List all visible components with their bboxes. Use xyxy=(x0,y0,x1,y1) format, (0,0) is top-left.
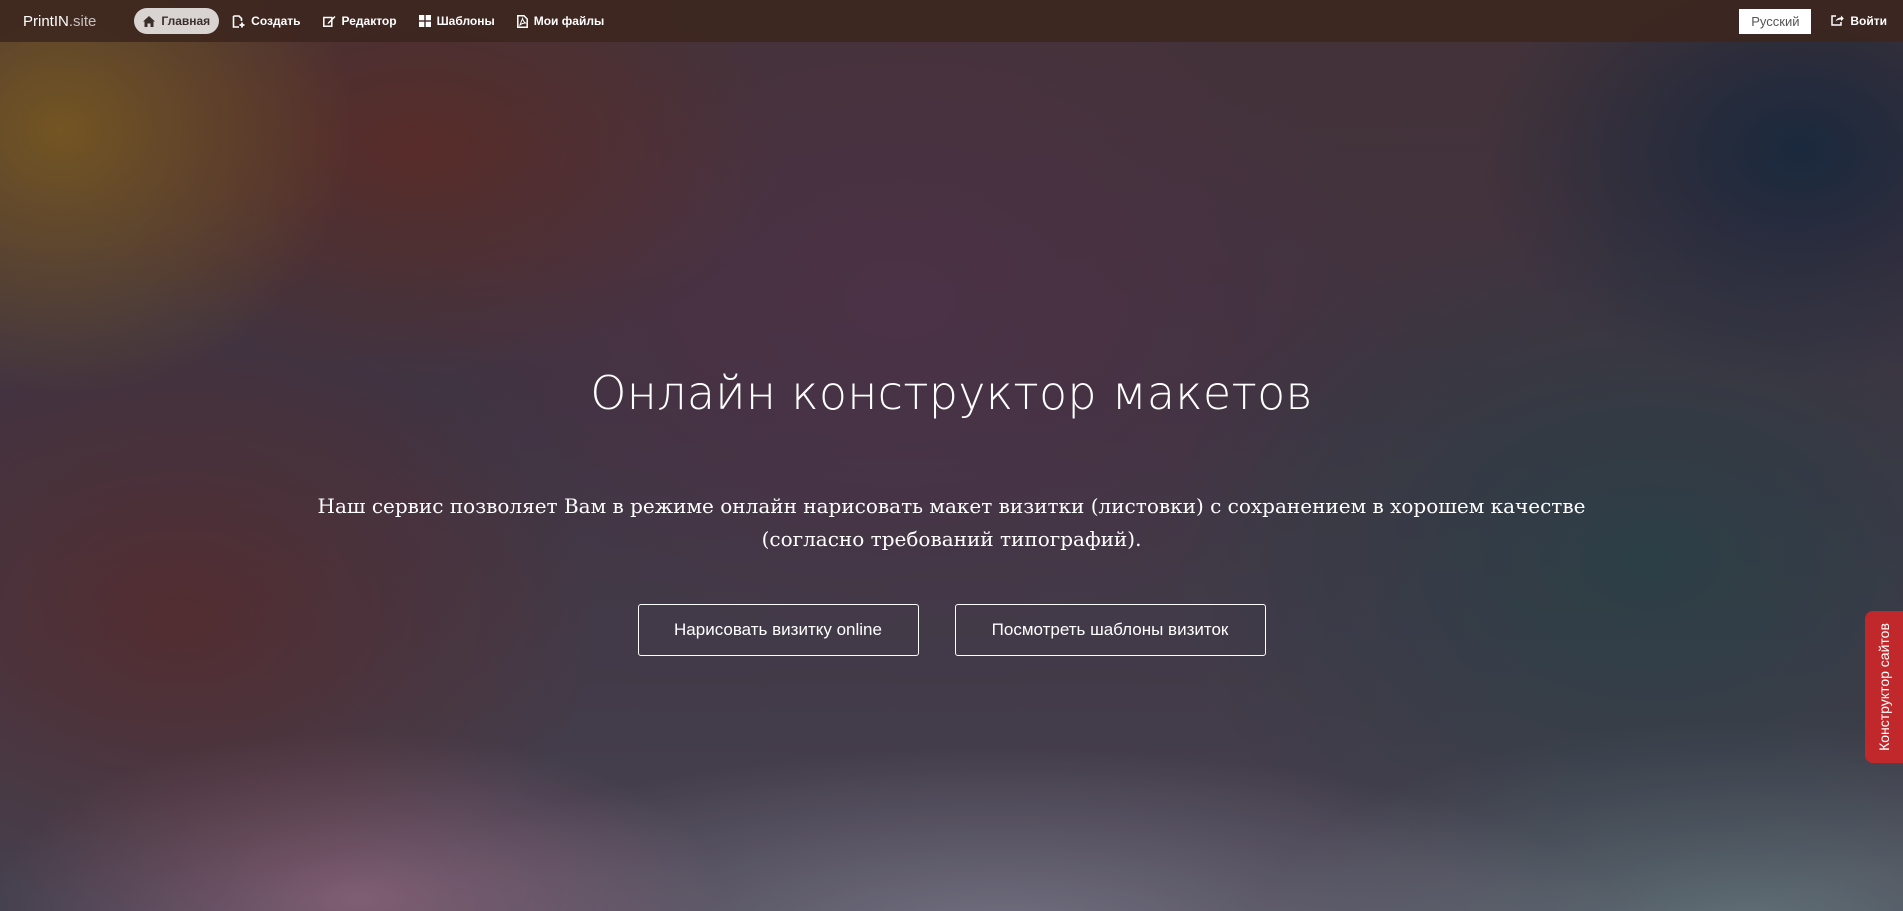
page: PrintIN.site Главная Создать Редактор Ша… xyxy=(0,0,1903,911)
grid-icon xyxy=(418,15,431,27)
nav-item-home[interactable]: Главная xyxy=(134,8,220,34)
nav-item-label: Редактор xyxy=(341,14,397,28)
brand-logo[interactable]: PrintIN.site xyxy=(23,13,96,30)
brand-suffix: .site xyxy=(68,12,97,30)
background-overlay xyxy=(0,0,1903,911)
draw-business-card-button[interactable]: Нарисовать визитку online xyxy=(637,604,919,656)
language-select[interactable]: Русский xyxy=(1739,8,1812,34)
new-file-icon xyxy=(232,14,245,28)
nav-item-label: Мои файлы xyxy=(533,14,605,28)
nav-item-label: Главная xyxy=(161,14,211,28)
view-templates-button[interactable]: Посмотреть шаблоны визиток xyxy=(954,604,1266,656)
site-builder-side-tab[interactable]: Конструктор сайтов xyxy=(1865,611,1903,763)
login-label: Войти xyxy=(1850,14,1887,28)
edit-icon xyxy=(322,15,336,27)
nav-item-templates[interactable]: Шаблоны xyxy=(410,8,504,34)
hero-title: Онлайн конструктор макетов xyxy=(590,366,1313,420)
side-tab-label: Конструктор сайтов xyxy=(1876,623,1892,751)
nav-menu: Главная Создать Редактор Шаблоны Мои фай… xyxy=(134,8,613,34)
top-navbar: PrintIN.site Главная Создать Редактор Ша… xyxy=(0,0,1903,42)
nav-item-my-files[interactable]: Мои файлы xyxy=(508,8,613,34)
login-link[interactable]: Войти xyxy=(1831,14,1887,29)
file-pdf-icon xyxy=(516,14,528,28)
hero-buttons: Нарисовать визитку online Посмотреть шаб… xyxy=(0,604,1903,656)
hero-description: Наш сервис позволяет Вам в режиме онлайн… xyxy=(317,494,1586,551)
nav-item-create[interactable]: Создать xyxy=(223,8,309,34)
nav-item-label: Шаблоны xyxy=(436,14,495,28)
brand-name: PrintIN xyxy=(23,12,69,30)
home-icon xyxy=(143,15,156,27)
nav-right: Русский Войти xyxy=(1739,8,1903,34)
nav-item-editor[interactable]: Редактор xyxy=(314,8,406,34)
nav-item-label: Создать xyxy=(251,14,301,28)
sign-in-icon xyxy=(1831,14,1845,29)
